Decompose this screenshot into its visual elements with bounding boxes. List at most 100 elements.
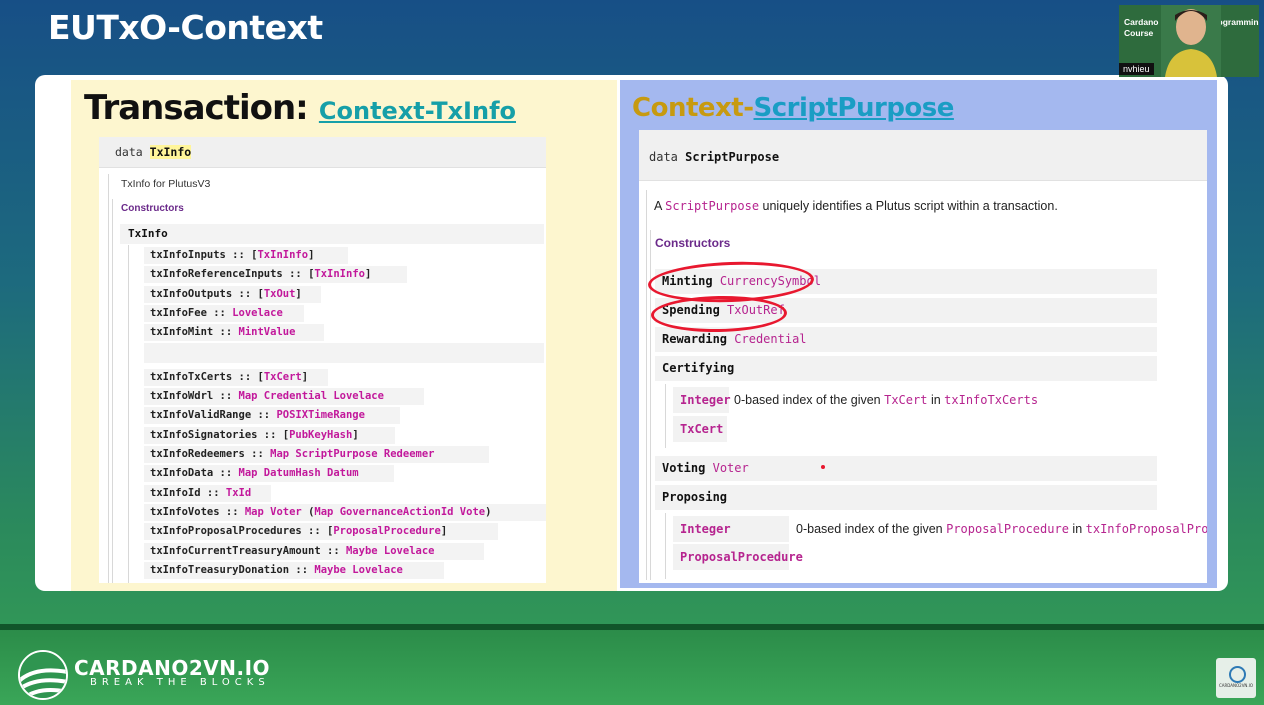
ctor-proposing: Proposing xyxy=(655,485,1157,510)
field-name: txInfoProposalProcedures xyxy=(150,525,302,537)
scriptpurpose-doc: data ScriptPurpose A ScriptPurpose uniqu… xyxy=(639,130,1207,583)
txinfo-constructor-name: TxInfo xyxy=(128,227,168,240)
txinfo-field-row: txInfoRedeemers :: Map ScriptPurpose Red… xyxy=(144,446,489,463)
proposing-integer-desc: 0-based index of the given ProposalProce… xyxy=(796,522,1207,536)
field-type-link[interactable]: Maybe Lovelace xyxy=(314,564,403,576)
constructors-label: Constructors xyxy=(655,236,731,250)
field-type-link[interactable]: Map Voter xyxy=(245,506,302,518)
field-name: txInfoOutputs xyxy=(150,288,233,300)
txinfo-field-gap xyxy=(144,343,544,363)
field-name: txInfoWdrl xyxy=(150,390,214,402)
fields-indent-bar xyxy=(128,245,129,583)
field-type-link[interactable]: TxOut xyxy=(264,288,296,300)
field-type-link[interactable]: MintValue xyxy=(239,326,296,338)
field-name: txInfoData xyxy=(150,467,214,479)
field-type-link[interactable]: Maybe Lovelace xyxy=(346,545,435,557)
txinfo-field-row: txInfoTreasuryDonation :: Maybe Lovelace xyxy=(144,562,444,579)
field-name: txInfoRedeemers xyxy=(150,448,245,460)
data-name-txinfo: TxInfo xyxy=(149,145,192,159)
txinfo-field-row: txInfoFee :: Lovelace xyxy=(144,305,304,322)
proposing-integer-field: Integer xyxy=(673,516,789,542)
field-name: txInfoId xyxy=(150,487,201,499)
corner-logo: CARDANO2VN.IO xyxy=(1216,658,1256,698)
certifying-fields-bar xyxy=(665,384,666,448)
data-name-scriptpurpose: ScriptPurpose xyxy=(685,150,780,164)
txinfo-field-row: txInfoMint :: MintValue xyxy=(144,324,324,341)
transaction-heading: Transaction: xyxy=(84,88,309,128)
field-type-link[interactable]: Lovelace xyxy=(232,307,283,319)
certifying-integer-field: Integer xyxy=(673,387,731,413)
field-type-link[interactable]: Map DatumHash Datum xyxy=(239,467,359,479)
txinfo-field-row: txInfoId :: TxId xyxy=(144,485,271,502)
left-heading: Transaction: Context-TxInfo xyxy=(84,88,516,128)
ctor-indent-bar xyxy=(112,199,113,583)
txinfo-constructor: TxInfo xyxy=(120,224,544,244)
field-type-link[interactable]: Map ScriptPurpose Redeemer xyxy=(270,448,434,460)
corner-logo-text: CARDANO2VN.IO xyxy=(1218,683,1254,688)
field-type-link[interactable]: TxInInfo xyxy=(257,249,308,261)
field-name: txInfoInputs xyxy=(150,249,226,261)
annotation-dot xyxy=(821,465,825,469)
proposing-fields-bar xyxy=(665,513,666,579)
data-keyword: data xyxy=(115,145,143,159)
ctor-certifying: Certifying xyxy=(655,356,1157,381)
field-name: txInfoTxCerts xyxy=(150,371,233,383)
field-name: txInfoSignatories xyxy=(150,429,258,441)
scriptpurpose-description: A ScriptPurpose uniquely identifies a Pl… xyxy=(654,199,1058,213)
field-type-link[interactable]: TxId xyxy=(226,487,251,499)
certifying-txcert-field: TxCert xyxy=(673,416,727,442)
field-type-link[interactable]: PubKeyHash xyxy=(289,429,352,441)
field-name: txInfoValidRange xyxy=(150,409,252,421)
field-name: txInfoReferenceInputs xyxy=(150,268,283,280)
footer-divider xyxy=(0,624,1264,630)
txinfo-field-row: txInfoTxCerts :: [TxCert] xyxy=(144,369,328,386)
field-type-link[interactable]: ProposalProcedure xyxy=(333,525,440,537)
right-heading: Context-ScriptPurpose xyxy=(632,93,954,123)
credential-link[interactable]: Credential xyxy=(734,332,806,346)
doc-indent-bar xyxy=(108,174,109,583)
ctor-voting: Voting Voter xyxy=(655,456,1157,481)
field-type-link[interactable]: TxCert xyxy=(264,371,302,383)
voter-link[interactable]: Voter xyxy=(713,461,749,475)
constructors-label: Constructors xyxy=(121,203,184,214)
scriptpurpose-code[interactable]: ScriptPurpose xyxy=(665,199,759,213)
scriptpurpose-data-header: data ScriptPurpose xyxy=(639,130,1207,181)
field-name: txInfoVotes xyxy=(150,506,220,518)
txinfo-field-row: txInfoWdrl :: Map Credential Lovelace xyxy=(144,388,424,405)
certifying-integer-desc: 0-based index of the given TxCert in txI… xyxy=(734,393,1039,407)
doc-indent-bar xyxy=(646,190,647,580)
field-type-link[interactable]: TxInInfo xyxy=(314,268,365,280)
cardano2vn-logo-icon xyxy=(18,650,68,700)
txinfo-data-header: data TxInfo xyxy=(99,137,546,168)
field-name: txInfoTreasuryDonation xyxy=(150,564,290,576)
txinfo-field-row: txInfoVotes :: Map Voter (Map Governance… xyxy=(144,504,546,521)
txinfo-field-row: txInfoValidRange :: POSIXTimeRange xyxy=(144,407,400,424)
proposing-procedure-field: ProposalProcedure xyxy=(673,544,803,570)
field-name: txInfoMint xyxy=(150,326,214,338)
course-title-line2: Course xyxy=(1124,28,1154,38)
txinfo-field-row: txInfoReferenceInputs :: [TxInInfo] xyxy=(144,266,407,283)
cardano-circle-icon xyxy=(1229,666,1246,683)
txinfo-field-row: txInfoProposalProcedures :: [ProposalPro… xyxy=(144,523,498,540)
field-type-link[interactable]: POSIXTimeRange xyxy=(276,409,365,421)
field-name: txInfoFee xyxy=(150,307,207,319)
webcam-overlay: Cardano Blockchain ProgrammingCourse nvh… xyxy=(1119,5,1259,77)
txinfo-field-row: txInfoInputs :: [TxInInfo] xyxy=(144,247,348,264)
txinfo-field-row: txInfoCurrentTreasuryAmount :: Maybe Lov… xyxy=(144,543,484,560)
txinfo-field-row: txInfoSignatories :: [PubKeyHash] xyxy=(144,427,395,444)
field-type-link[interactable]: Map GovernanceActionId Vote xyxy=(314,506,485,518)
scriptpurpose-link[interactable]: ScriptPurpose xyxy=(754,93,955,123)
field-type-link[interactable]: Map Credential Lovelace xyxy=(239,390,384,402)
txinfo-field-row: txInfoOutputs :: [TxOut] xyxy=(144,286,321,303)
txinfo-description: TxInfo for PlutusV3 xyxy=(121,178,211,190)
txinfo-field-row: txInfoData :: Map DatumHash Datum xyxy=(144,465,394,482)
slide-title: EUTxO-Context xyxy=(48,8,323,47)
presenter-name-tag: nvhieu xyxy=(1119,63,1154,75)
data-keyword: data xyxy=(649,150,678,164)
txinfo-doc: data TxInfo TxInfo for PlutusV3 Construc… xyxy=(99,137,546,583)
field-name: txInfoCurrentTreasuryAmount xyxy=(150,545,321,557)
presenter-avatar xyxy=(1161,5,1221,77)
context-txinfo-link[interactable]: Context-TxInfo xyxy=(319,97,516,125)
brand-tagline: BREAK THE BLOCKS xyxy=(90,677,270,688)
context-prefix: Context- xyxy=(632,93,754,123)
